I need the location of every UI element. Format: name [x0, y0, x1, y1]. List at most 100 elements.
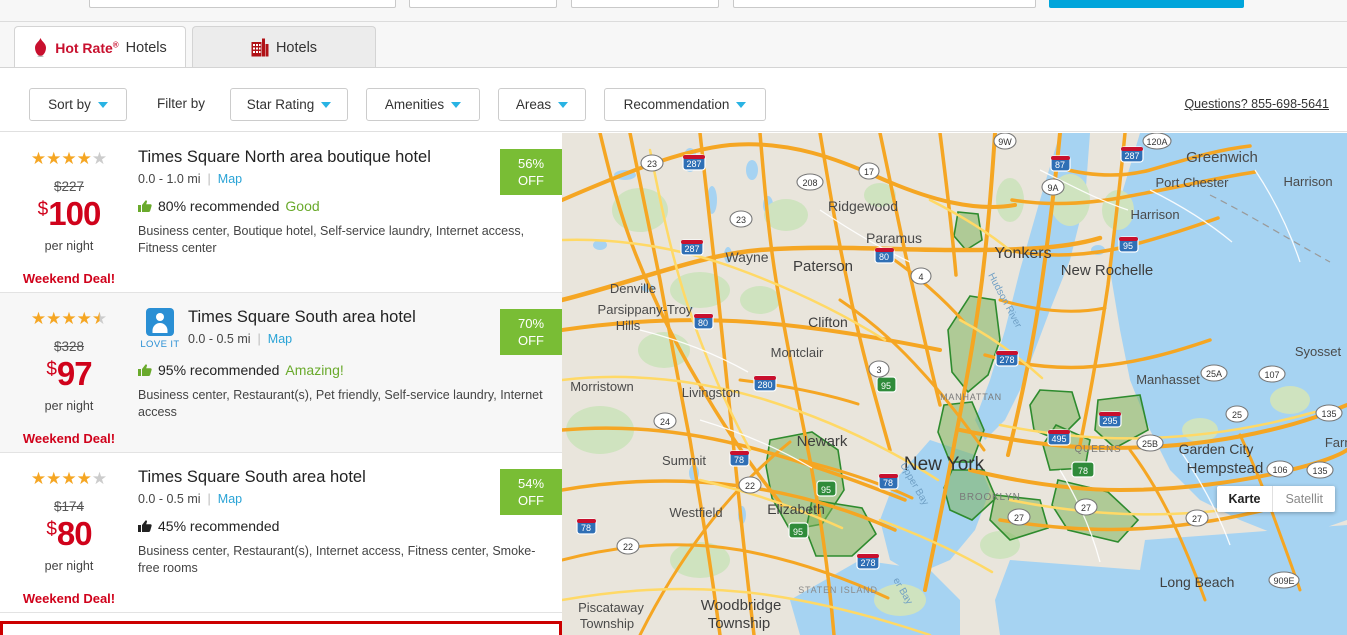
hotel-result-card[interactable]: ★★★★★ $174 $80 per night Weekend Deal! T… [0, 453, 562, 613]
svg-text:Denville: Denville [610, 281, 656, 296]
hotel-meta: 0.0 - 0.5 mi | Map [138, 492, 243, 506]
svg-text:78: 78 [734, 455, 744, 465]
svg-text:135: 135 [1312, 466, 1327, 476]
svg-text:287: 287 [684, 244, 699, 254]
tab-hot-rate-hotels[interactable]: Hot Rate® Hotels [14, 26, 186, 69]
svg-text:Newark: Newark [797, 433, 848, 450]
svg-text:23: 23 [647, 159, 657, 169]
per-night-label: per night [44, 559, 94, 573]
amenities-list: Business center, Restaurant(s), Pet frie… [138, 388, 543, 419]
deal-badge: Weekend Deal! [22, 591, 116, 606]
discount-percent: 56% [517, 156, 545, 171]
thumbs-up-icon [138, 363, 152, 377]
svg-text:135: 135 [1321, 409, 1336, 419]
svg-text:Paterson: Paterson [793, 258, 853, 275]
svg-text:Montclair: Montclair [771, 345, 824, 360]
filter-by-label: Filter by [157, 96, 206, 111]
hotel-name[interactable]: Times Square South area hotel [188, 307, 548, 327]
hotel-name[interactable]: Times Square North area boutique hotel [138, 147, 431, 167]
love-it-label: LOVE IT [140, 339, 180, 350]
destination-field[interactable] [89, 0, 396, 8]
chevron-down-icon [736, 101, 747, 108]
price-column: ★★★★★ $174 $80 per night Weekend Deal! [0, 467, 138, 607]
chevron-down-icon [451, 101, 462, 108]
discount-badge: 56% OFF [500, 149, 562, 195]
rating-word: Good [285, 198, 320, 214]
svg-text:Piscataway: Piscataway [578, 600, 644, 615]
svg-text:107: 107 [1264, 370, 1279, 380]
love-it-badge: LOVE IT [138, 307, 182, 350]
checkin-date-field[interactable] [409, 0, 557, 8]
svg-text:Clifton: Clifton [808, 314, 848, 330]
sort-by-dropdown[interactable]: Sort by [29, 88, 127, 121]
hotel-result-card[interactable]: ★★★★★ $328 $97 per night Weekend Deal! L… [0, 293, 562, 453]
svg-text:Wayne: Wayne [725, 249, 768, 265]
hotel-name[interactable]: Times Square South area hotel [138, 467, 366, 487]
svg-text:4: 4 [918, 272, 923, 282]
hotel-meta: 0.0 - 0.5 mi | Map [188, 332, 293, 346]
search-form-strip [0, 0, 1347, 22]
svg-text:QUEENS: QUEENS [1074, 444, 1121, 455]
svg-text:120A: 120A [1146, 137, 1167, 147]
tab-hotels-label: Hotels [275, 39, 318, 56]
tab-hotels[interactable]: Hotels [192, 26, 376, 68]
deal-badge: Weekend Deal! [22, 431, 116, 446]
chevron-down-icon [321, 101, 332, 108]
svg-text:New Rochelle: New Rochelle [1061, 262, 1154, 279]
areas-dropdown[interactable]: Areas [498, 88, 586, 121]
hotel-search-page: Hot Rate® Hotels Hotels Sort by Filter b… [0, 0, 1347, 635]
svg-text:909E: 909E [1273, 576, 1294, 586]
current-price: $100 [37, 195, 102, 232]
recommend-percent: 80% recommended [158, 198, 280, 214]
per-night-label: per night [44, 239, 94, 253]
recommendation-label: Recommendation [623, 97, 730, 112]
recommendation-row: 80% recommended Good [138, 198, 548, 214]
map-link[interactable]: Map [218, 492, 242, 506]
map-link[interactable]: Map [218, 172, 242, 186]
svg-text:Summit: Summit [662, 453, 706, 468]
chevron-down-icon [97, 101, 108, 108]
svg-text:27: 27 [1192, 514, 1202, 524]
map-type-satellit[interactable]: Satellit [1273, 486, 1335, 512]
svg-text:80: 80 [698, 318, 708, 328]
svg-text:208: 208 [802, 178, 817, 188]
svg-text:78: 78 [883, 478, 893, 488]
svg-text:87: 87 [1055, 160, 1065, 170]
thumbs-up-icon [138, 519, 152, 533]
svg-text:287: 287 [1124, 151, 1139, 161]
building-icon [251, 38, 269, 57]
map-type-karte[interactable]: Karte [1217, 486, 1274, 512]
checkout-date-field[interactable] [571, 0, 719, 8]
svg-text:9A: 9A [1047, 183, 1058, 193]
svg-text:27: 27 [1014, 513, 1024, 523]
svg-text:22: 22 [623, 542, 633, 552]
star-rating-dropdown[interactable]: Star Rating [230, 88, 348, 121]
svg-text:25A: 25A [1206, 369, 1222, 379]
svg-text:22: 22 [745, 481, 755, 491]
map-panel[interactable]: Greenwich Port Chester Harrison Yonkers … [562, 133, 1347, 635]
highlighted-promo-box[interactable] [0, 621, 562, 635]
svg-text:9W: 9W [998, 137, 1012, 147]
hotel-results-list: ★★★★★ $227 $100 per night Weekend Deal! … [0, 133, 562, 635]
areas-label: Areas [515, 97, 552, 112]
discount-percent: 54% [517, 476, 545, 491]
svg-text:Paramus: Paramus [866, 230, 922, 246]
amenities-dropdown[interactable]: Amenities [366, 88, 480, 121]
search-button[interactable] [1049, 0, 1244, 8]
current-price: $80 [46, 515, 92, 552]
star-rating: ★★★★★ [30, 149, 108, 168]
svg-text:Livingston: Livingston [682, 385, 741, 400]
svg-text:BROOKLYN: BROOKLYN [959, 492, 1020, 503]
questions-phone-link[interactable]: Questions? 855-698-5641 [1184, 97, 1329, 111]
svg-text:80: 80 [879, 252, 889, 262]
map-link[interactable]: Map [268, 332, 292, 346]
svg-text:3: 3 [876, 365, 881, 375]
map-type-toggle[interactable]: Karte Satellit [1216, 486, 1335, 512]
svg-text:24: 24 [660, 417, 670, 427]
hotel-result-card[interactable]: ★★★★★ $227 $100 per night Weekend Deal! … [0, 133, 562, 293]
svg-text:95: 95 [793, 527, 803, 537]
rooms-guests-field[interactable] [733, 0, 1036, 8]
flame-icon [33, 38, 48, 57]
svg-text:17: 17 [864, 167, 874, 177]
recommendation-dropdown[interactable]: Recommendation [604, 88, 766, 121]
